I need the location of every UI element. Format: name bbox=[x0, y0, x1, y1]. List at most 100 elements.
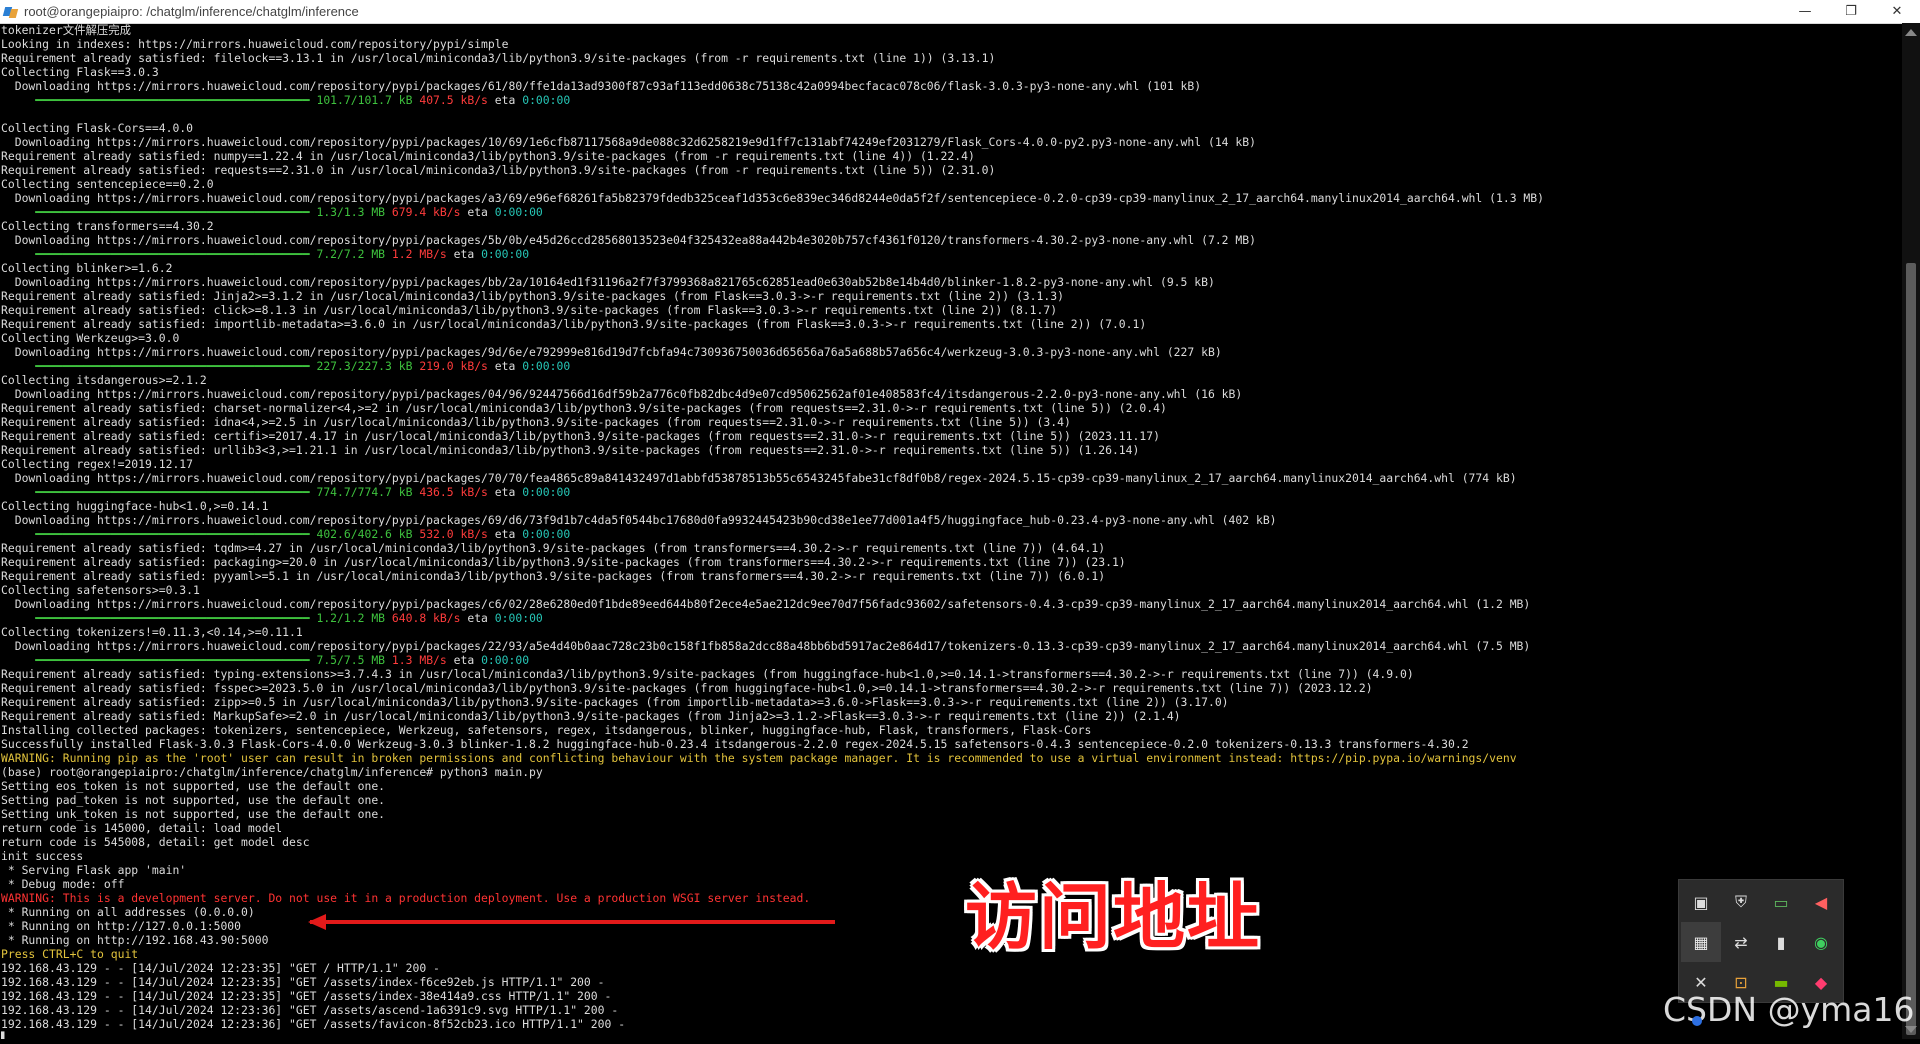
download-speed: 407.5 kB/s bbox=[412, 93, 488, 107]
terminal-app-icon bbox=[2, 5, 19, 19]
progress-size: 402.6/402.6 kB bbox=[309, 527, 413, 541]
security-shield-icon[interactable]: ⛨ bbox=[1721, 882, 1761, 922]
progress-size: 101.7/101.7 kB bbox=[309, 93, 413, 107]
terminal-line: 192.168.43.129 - - [14/Jul/2024 12:23:35… bbox=[1, 989, 612, 1003]
terminal-line: Collecting Werkzeug>=3.0.0 bbox=[1, 331, 180, 345]
wechat-icon[interactable]: ◉ bbox=[1801, 922, 1841, 962]
terminal-line: Requirement already satisfied: MarkupSaf… bbox=[1, 709, 1181, 723]
terminal-scrollbar[interactable] bbox=[1902, 23, 1920, 1039]
windows-security-icon[interactable]: ▦ bbox=[1681, 922, 1721, 962]
download-speed: 1.2 MB/s bbox=[385, 247, 447, 261]
scroll-up-icon[interactable] bbox=[1905, 29, 1917, 36]
terminal-line: ━━━━━━━━━━━━━━━━━━━━━━━━━━━━━━━━━━━━━━━━… bbox=[1, 653, 1901, 667]
terminal-line: Collecting safetensors>=0.3.1 bbox=[1, 583, 200, 597]
eta-value: 0:00:00 bbox=[522, 359, 571, 373]
close-button[interactable]: ✕ bbox=[1874, 0, 1920, 23]
terminal-line: * Debug mode: off bbox=[1, 877, 125, 891]
terminal-line: Requirement already satisfied: Jinja2>=3… bbox=[1, 289, 1064, 303]
terminal-line: Collecting tokenizers!=0.11.3,<0.14,>=0.… bbox=[1, 625, 303, 639]
progress-size: 7.2/7.2 MB bbox=[309, 247, 386, 261]
terminal-line: Downloading https://mirrors.huaweicloud.… bbox=[1, 513, 1277, 527]
terminal-line: Downloading https://mirrors.huaweicloud.… bbox=[1, 639, 1531, 653]
audio-alert-icon[interactable]: ◀ bbox=[1801, 882, 1841, 922]
eta-label: eta bbox=[460, 205, 495, 219]
progress-bar: ━━━━━━━━━━━━━━━━━━━━━━━━━━━━━━━━━━━━━━━━ bbox=[35, 611, 310, 625]
eta-value: 0:00:00 bbox=[494, 611, 543, 625]
terminal-line: Successfully installed Flask-3.0.3 Flask… bbox=[1, 737, 1469, 751]
download-speed: 640.8 kB/s bbox=[385, 611, 461, 625]
bluetooth-transfer-icon[interactable]: ⇄ bbox=[1721, 922, 1761, 962]
terminal-line: * Serving Flask app 'main' bbox=[1, 863, 187, 877]
terminal-line: Press CTRL+C to quit bbox=[1, 947, 139, 961]
maximize-button[interactable]: ❐ bbox=[1828, 0, 1874, 23]
eta-label: eta bbox=[487, 527, 523, 541]
terminal-line: ━━━━━━━━━━━━━━━━━━━━━━━━━━━━━━━━━━━━━━━━… bbox=[1, 247, 1901, 261]
terminal-line: Requirement already satisfied: filelock=… bbox=[1, 51, 996, 65]
terminal-line: Downloading https://mirrors.huaweicloud.… bbox=[1, 345, 1222, 359]
terminal-line: 192.168.43.129 - - [14/Jul/2024 12:23:35… bbox=[1, 975, 605, 989]
minimize-button[interactable]: — bbox=[1782, 0, 1828, 23]
screen-capture-icon[interactable]: ▣ bbox=[1681, 882, 1721, 922]
progress-size: 1.3/1.3 MB bbox=[309, 205, 386, 219]
terminal-line: Requirement already satisfied: numpy==1.… bbox=[1, 149, 975, 163]
terminal-line: Collecting Flask==3.0.3 bbox=[1, 65, 159, 79]
watermark-dot bbox=[1692, 1016, 1702, 1026]
terminal-line: Collecting transformers==4.30.2 bbox=[1, 219, 214, 233]
network-card-icon[interactable]: ▭ bbox=[1761, 882, 1801, 922]
eta-label: eta bbox=[446, 653, 482, 667]
terminal-line: ━━━━━━━━━━━━━━━━━━━━━━━━━━━━━━━━━━━━━━━━… bbox=[1, 527, 1901, 541]
terminal-line: ━━━━━━━━━━━━━━━━━━━━━━━━━━━━━━━━━━━━━━━━… bbox=[1, 485, 1901, 499]
terminal-line: init success bbox=[1, 849, 84, 863]
eta-label: eta bbox=[487, 359, 523, 373]
progress-bar: ━━━━━━━━━━━━━━━━━━━━━━━━━━━━━━━━━━━━━━━━ bbox=[35, 247, 310, 261]
eta-label: eta bbox=[487, 485, 523, 499]
terminal-line: ━━━━━━━━━━━━━━━━━━━━━━━━━━━━━━━━━━━━━━━━… bbox=[1, 93, 1901, 107]
terminal-line: * Running on all addresses (0.0.0.0) bbox=[1, 905, 255, 919]
download-speed: 219.0 kB/s bbox=[412, 359, 488, 373]
terminal-output[interactable]: tokenizer文件解压完成 Looking in indexes: https… bbox=[1, 23, 1901, 1039]
terminal-line: Requirement already satisfied: importlib… bbox=[1, 317, 1147, 331]
progress-bar: ━━━━━━━━━━━━━━━━━━━━━━━━━━━━━━━━━━━━━━━━ bbox=[35, 653, 310, 667]
terminal-line: Collecting blinker>=1.6.2 bbox=[1, 261, 173, 275]
terminal-line: Requirement already satisfied: tqdm>=4.2… bbox=[1, 541, 1106, 555]
terminal-line: tokenizer文件解压完成 bbox=[1, 23, 132, 37]
terminal-line: Downloading https://mirrors.huaweicloud.… bbox=[1, 191, 1544, 205]
terminal-line: Requirement already satisfied: idna<4,>=… bbox=[1, 415, 1071, 429]
terminal-line: Requirement already satisfied: packaging… bbox=[1, 555, 1126, 569]
eta-label: eta bbox=[460, 611, 495, 625]
terminal-line: Requirement already satisfied: requests=… bbox=[1, 163, 996, 177]
annotation-arrow bbox=[310, 920, 835, 924]
terminal-line: Collecting sentencepiece==0.2.0 bbox=[1, 177, 214, 191]
terminal-line: Requirement already satisfied: pyyaml>=5… bbox=[1, 569, 1106, 583]
terminal-line: Downloading https://mirrors.huaweicloud.… bbox=[1, 233, 1256, 247]
terminal-line: 192.168.43.129 - - [14/Jul/2024 12:23:35… bbox=[1, 961, 440, 975]
scrollbar-thumb[interactable] bbox=[1906, 263, 1916, 1035]
terminal-line: 192.168.43.129 - - [14/Jul/2024 12:23:36… bbox=[1, 1003, 619, 1017]
progress-bar: ━━━━━━━━━━━━━━━━━━━━━━━━━━━━━━━━━━━━━━━━ bbox=[35, 527, 310, 541]
eta-value: 0:00:00 bbox=[481, 247, 530, 261]
terminal-line: Downloading https://mirrors.huaweicloud.… bbox=[1, 471, 1517, 485]
terminal-line: * Running on http://192.168.43.90:5000 bbox=[1, 933, 269, 947]
eta-label: eta bbox=[487, 93, 523, 107]
terminal-line: Requirement already satisfied: certifi>=… bbox=[1, 429, 1160, 443]
terminal-line: return code is 145000, detail: load mode… bbox=[1, 821, 283, 835]
terminal-line: Installing collected packages: tokenizer… bbox=[1, 723, 1092, 737]
terminal-line: Collecting Flask-Cors==4.0.0 bbox=[1, 121, 194, 135]
eta-value: 0:00:00 bbox=[522, 527, 571, 541]
terminal-line: 192.168.43.129 - - [14/Jul/2024 12:23:36… bbox=[1, 1017, 626, 1031]
terminal-line: * Running on http://127.0.0.1:5000 bbox=[1, 919, 242, 933]
terminal-line: Setting pad_token is not supported, use … bbox=[1, 793, 386, 807]
download-speed: 1.3 MB/s bbox=[385, 653, 447, 667]
terminal-line: Requirement already satisfied: click>=8.… bbox=[1, 303, 1058, 317]
battery-icon[interactable]: ▮ bbox=[1761, 922, 1801, 962]
terminal-line: Downloading https://mirrors.huaweicloud.… bbox=[1, 597, 1531, 611]
terminal-line: ▌ bbox=[1, 1031, 8, 1039]
terminal-line: Collecting regex!=2019.12.17 bbox=[1, 457, 194, 471]
download-speed: 679.4 kB/s bbox=[385, 205, 461, 219]
annotation-label: 访问地址 bbox=[965, 875, 1262, 959]
terminal-line: Setting unk_token is not supported, use … bbox=[1, 807, 386, 821]
terminal-line: Requirement already satisfied: charset-n… bbox=[1, 401, 1167, 415]
eta-label: eta bbox=[446, 247, 482, 261]
system-tray-overflow: ▣ ⛨ ▭ ◀ ▦ ⇄ ▮ ◉ ✕ ⊡ ▬ ◆ bbox=[1678, 879, 1844, 1003]
eta-value: 0:00:00 bbox=[522, 485, 571, 499]
